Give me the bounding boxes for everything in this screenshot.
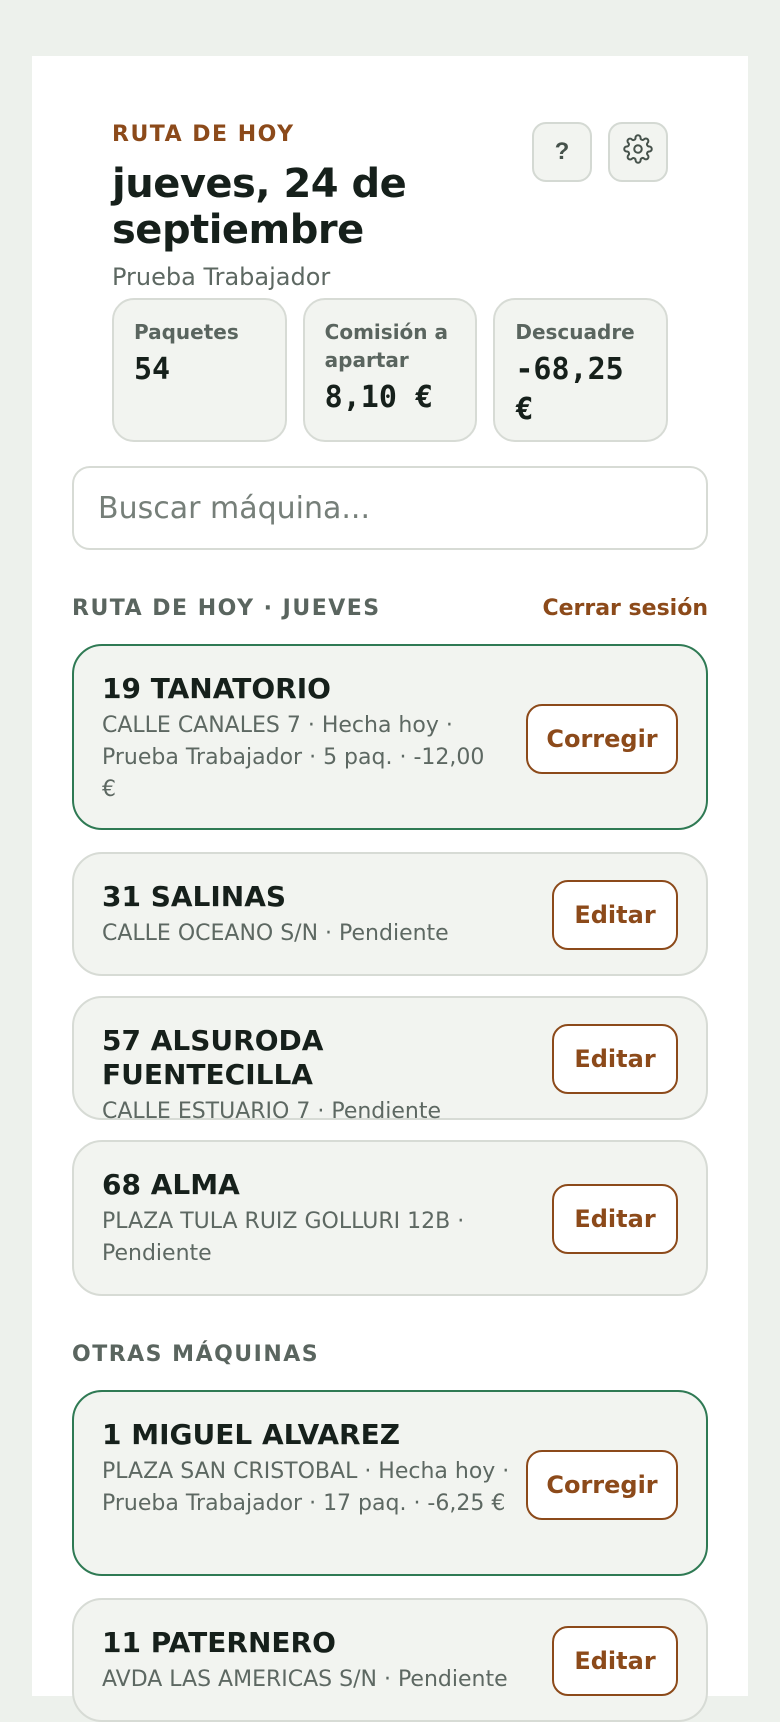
worker-name: Prueba Trabajador xyxy=(112,263,331,291)
correct-button[interactable]: Corregir xyxy=(526,1450,678,1520)
stat-value: 8,10 € xyxy=(324,380,434,415)
edit-button[interactable]: Editar xyxy=(552,1626,678,1696)
stat-value: -68,25 € xyxy=(515,352,624,427)
machine-card[interactable]: 31 SALINAS CALLE OCEANO S/N · Pendiente … xyxy=(72,852,708,976)
machine-title: 57 ALSURODA FUENTECILLA xyxy=(102,1024,324,1091)
other-section-header: OTRAS MÁQUINAS xyxy=(72,1342,708,1367)
machine-card[interactable]: 11 PATERNERO AVDA LAS AMERICAS S/N · Pen… xyxy=(72,1598,708,1722)
edit-button[interactable]: Editar xyxy=(552,1024,678,1094)
search-input[interactable] xyxy=(72,466,708,550)
logout-link[interactable]: Cerrar sesión xyxy=(542,596,708,621)
stat-commission: Comisión a apartar 8,10 € xyxy=(302,298,478,442)
machine-title: 1 MIGUEL ALVAREZ xyxy=(102,1418,401,1451)
machine-card[interactable]: 68 ALMA PLAZA TULA RUIZ GOLLURI 12B · Pe… xyxy=(72,1140,708,1296)
machine-subtitle: AVDA LAS AMERICAS S/N · Pendiente xyxy=(102,1667,508,1692)
machine-subtitle: CALLE ESTUARIO 7 · Pendiente xyxy=(102,1099,442,1124)
stat-packages: Paquetes 54 xyxy=(112,298,287,442)
main-panel: RUTA DE HOY jueves, 24 de septiembre Pru… xyxy=(32,56,748,1722)
machine-card[interactable]: 1 MIGUEL ALVAREZ PLAZA SAN CRISTOBAL · H… xyxy=(72,1390,708,1576)
machine-title: 11 PATERNERO xyxy=(102,1626,336,1659)
section-title: OTRAS MÁQUINAS xyxy=(72,1342,320,1367)
section-title: RUTA DE HOY · JUEVES xyxy=(72,596,381,621)
machine-subtitle: PLAZA TULA RUIZ GOLLURI 12B · Pendiente xyxy=(102,1209,465,1266)
stat-value: 54 xyxy=(134,352,171,387)
machine-title: 68 ALMA xyxy=(102,1168,240,1201)
machine-subtitle: CALLE CANALES 7 · Hecha hoy · Prueba Tra… xyxy=(102,713,485,802)
help-button[interactable]: ? xyxy=(532,122,592,182)
correct-button[interactable]: Corregir xyxy=(526,704,678,774)
stat-label: Paquetes xyxy=(134,320,239,344)
edit-button[interactable]: Editar xyxy=(552,1184,678,1254)
machine-card[interactable]: 19 TANATORIO CALLE CANALES 7 · Hecha hoy… xyxy=(72,644,708,830)
machine-title: 31 SALINAS xyxy=(102,880,287,913)
stats-row: Paquetes 54 Comisión a apartar 8,10 € De… xyxy=(112,298,669,442)
machine-title: 19 TANATORIO xyxy=(102,672,331,705)
settings-button[interactable] xyxy=(608,122,668,182)
gear-icon xyxy=(623,133,653,171)
stat-discrepancy: Descuadre -68,25 € xyxy=(493,298,669,442)
machine-subtitle: CALLE OCEANO S/N · Pendiente xyxy=(102,921,449,946)
machine-subtitle: PLAZA SAN CRISTOBAL · Hecha hoy · Prueba… xyxy=(102,1459,510,1516)
route-section-header: RUTA DE HOY · JUEVES Cerrar sesión xyxy=(72,596,708,621)
help-icon: ? xyxy=(554,138,570,165)
stat-label: Comisión a apartar xyxy=(324,320,448,372)
machine-card[interactable]: 57 ALSURODA FUENTECILLA CALLE ESTUARIO 7… xyxy=(72,996,708,1124)
edit-button[interactable]: Editar xyxy=(552,880,678,950)
stat-label: Descuadre xyxy=(515,320,635,344)
